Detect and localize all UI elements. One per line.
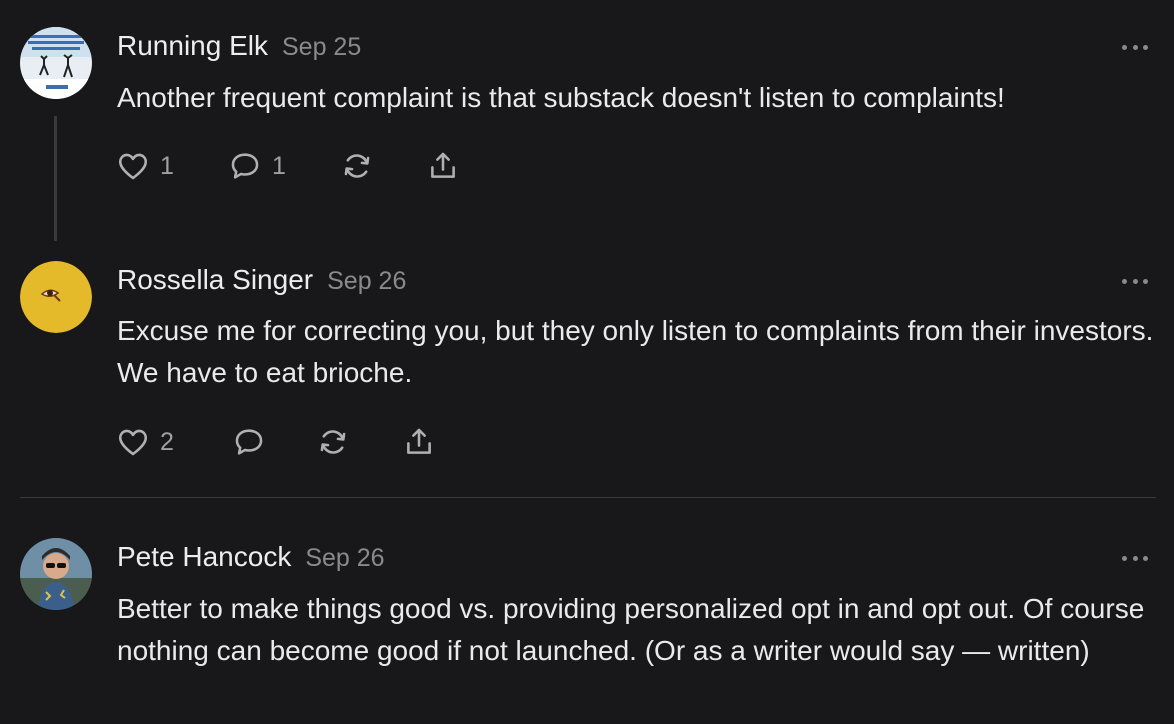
more-options-button[interactable] <box>1122 43 1148 51</box>
restack-button[interactable] <box>316 424 350 460</box>
reply-count: 1 <box>272 151 286 180</box>
thread-divider <box>20 497 1156 498</box>
comment-body: Better to make things good vs. providing… <box>117 593 1145 666</box>
like-button[interactable]: 1 <box>116 148 174 184</box>
comment-body: Excuse me for correcting you, but they o… <box>117 315 1154 388</box>
dot <box>1122 278 1127 284</box>
heart-icon <box>118 429 148 456</box>
restack-button[interactable] <box>340 148 374 184</box>
comment-author-row: Running Elk Sep 25 <box>117 30 361 62</box>
like-button[interactable]: 2 <box>116 424 174 460</box>
dot <box>1132 555 1138 561</box>
share-button[interactable] <box>402 424 436 460</box>
comment-author-row: Pete Hancock Sep 26 <box>117 541 385 573</box>
dot <box>1132 278 1138 284</box>
comment-body: Another frequent complaint is that subst… <box>117 82 1005 113</box>
avatar[interactable] <box>20 538 92 610</box>
dot <box>1143 278 1148 284</box>
comment-bubble-icon <box>231 153 259 179</box>
heart-icon <box>118 153 148 180</box>
share-button[interactable] <box>426 148 460 184</box>
dot <box>1122 555 1127 561</box>
restack-icon <box>344 154 370 178</box>
dot <box>1122 44 1127 50</box>
comment-date[interactable]: Sep 26 <box>327 267 406 295</box>
share-icon <box>407 428 431 454</box>
more-options-button[interactable] <box>1122 277 1148 285</box>
comment-date[interactable]: Sep 25 <box>282 33 361 61</box>
reply-button[interactable]: 1 <box>228 148 286 184</box>
comment-date[interactable]: Sep 26 <box>305 544 384 572</box>
avatar[interactable] <box>20 261 92 333</box>
avatar[interactable] <box>20 27 92 99</box>
like-count: 2 <box>160 427 174 456</box>
author-name[interactable]: Pete Hancock <box>117 541 291 572</box>
more-options-button[interactable] <box>1122 554 1148 562</box>
reply-button[interactable] <box>232 424 266 460</box>
comment-bubble-icon <box>235 429 263 455</box>
share-icon <box>431 152 455 178</box>
dot <box>1143 555 1148 561</box>
author-name[interactable]: Running Elk <box>117 30 268 61</box>
dot <box>1143 44 1148 50</box>
like-count: 1 <box>160 151 174 180</box>
dot <box>1132 44 1138 50</box>
author-name[interactable]: Rossella Singer <box>117 264 313 295</box>
restack-icon <box>320 430 346 454</box>
thread-connector-line <box>54 116 57 241</box>
comment-author-row: Rossella Singer Sep 26 <box>117 264 406 296</box>
